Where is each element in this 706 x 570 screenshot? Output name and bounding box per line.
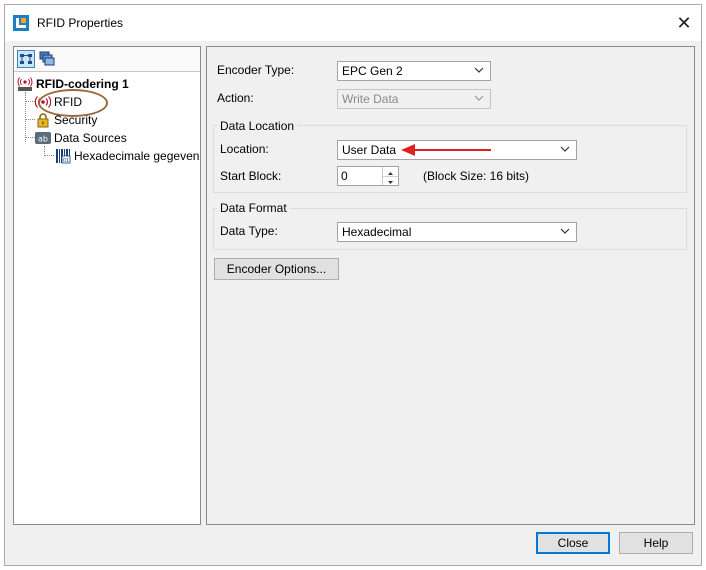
close-button[interactable]: Close [536, 532, 610, 554]
encoder-type-select[interactable]: EPC Gen 2 [337, 61, 491, 81]
encoder-type-label: Encoder Type: [217, 63, 295, 77]
padlock-icon [37, 113, 49, 128]
location-value: User Data [342, 143, 397, 157]
rfid-signal-icon [17, 77, 33, 91]
chevron-down-icon [560, 228, 570, 234]
action-value: Write Data [342, 92, 399, 106]
chevron-down-icon [560, 146, 570, 152]
tree-item-label: Hexadecimale gegeven [74, 149, 200, 163]
tree-line [25, 101, 35, 102]
start-block-spinner[interactable]: 0 [337, 166, 399, 186]
tree-view-icon [20, 54, 32, 64]
tree-line [44, 155, 54, 156]
chevron-down-icon [474, 95, 484, 101]
encoder-type-value: EPC Gen 2 [342, 64, 403, 78]
start-block-value: 0 [341, 169, 348, 183]
tree-item-label: Security [54, 113, 98, 127]
encoder-options-button[interactable]: Encoder Options... [214, 258, 339, 280]
data-format-title: Data Format [217, 201, 290, 215]
tree-panel: RFID-codering 1 RFID Security ab Data So… [13, 46, 201, 525]
svg-text:ab: ab [38, 135, 48, 144]
tree-view-button[interactable] [17, 50, 35, 68]
spin-buttons [382, 167, 398, 185]
title-bar: RFID Properties ✕ [5, 5, 701, 41]
chevron-down-icon [474, 67, 484, 73]
close-window-button[interactable]: ✕ [667, 5, 701, 41]
tree-line [25, 119, 35, 120]
data-source-icon: ab [35, 132, 51, 144]
block-size-label: (Block Size: 16 bits) [423, 169, 530, 183]
data-location-title: Data Location [217, 119, 298, 133]
barcode-data-icon: 01 [56, 149, 71, 164]
spin-down-button[interactable] [383, 176, 398, 185]
tree-toolbar [14, 47, 200, 72]
layers-view-button[interactable] [38, 50, 56, 68]
svg-text:01: 01 [63, 158, 69, 164]
app-logo-icon [13, 15, 29, 31]
action-label: Action: [217, 91, 254, 105]
rfid-properties-window: RFID Properties ✕ RFID-codering 1 RFID S… [4, 4, 702, 566]
properties-panel: Encoder Type: EPC Gen 2 Action: Write Da… [206, 46, 695, 525]
action-select: Write Data [337, 89, 491, 109]
start-block-label: Start Block: [220, 169, 282, 183]
caret-down-icon [388, 181, 393, 184]
help-button[interactable]: Help [619, 532, 693, 554]
data-type-label: Data Type: [220, 224, 278, 238]
tree-item-label: Data Sources [54, 131, 127, 145]
window-title: RFID Properties [37, 16, 124, 30]
data-type-select[interactable]: Hexadecimal [337, 222, 577, 242]
layers-icon [39, 51, 55, 66]
location-label: Location: [220, 142, 269, 156]
annotation-arrow-icon [401, 144, 491, 156]
tree-line [25, 92, 26, 142]
data-type-value: Hexadecimal [342, 225, 412, 239]
tree-line [25, 137, 35, 138]
